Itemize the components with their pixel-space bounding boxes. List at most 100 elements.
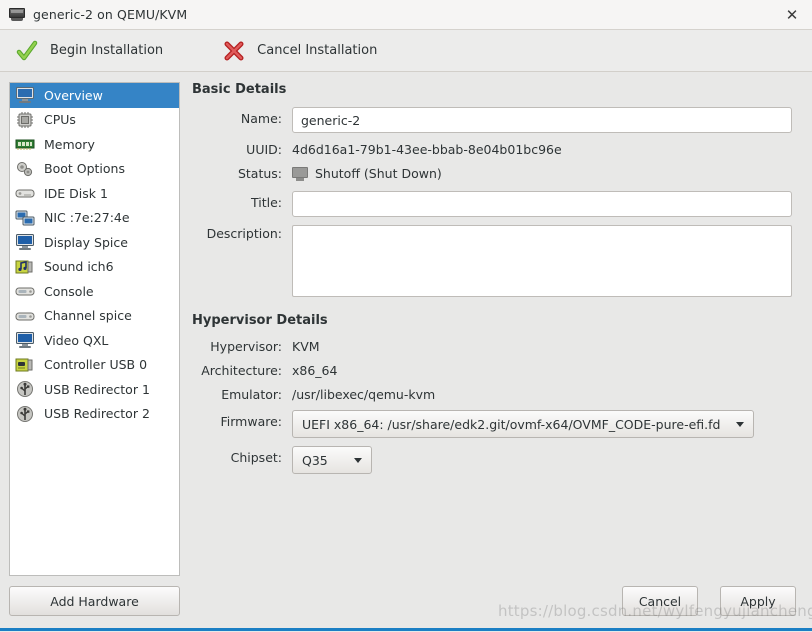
firmware-label: Firmware:	[190, 410, 292, 429]
apply-button-label: Apply	[740, 594, 775, 609]
sidebar-item-cpus[interactable]: CPUs	[10, 108, 179, 133]
green-check-icon	[16, 40, 38, 62]
hypervisor-label: Hypervisor:	[190, 338, 292, 354]
hard-disk-icon	[15, 184, 35, 202]
channel-icon	[15, 307, 35, 325]
sidebar-item-label: Sound ich6	[44, 259, 114, 274]
computer-icon	[9, 8, 25, 21]
close-icon[interactable]: ✕	[772, 0, 812, 29]
gears-icon	[15, 160, 35, 178]
hardware-sidebar[interactable]: Overview CPUs Memory Boot Options IDE Disk 1…	[9, 82, 180, 576]
red-x-icon	[223, 40, 245, 62]
uuid-label: UUID:	[190, 141, 292, 157]
sidebar-item-label: USB Redirector 1	[44, 382, 150, 397]
sidebar-item-boot-options[interactable]: Boot Options	[10, 157, 179, 182]
description-textarea[interactable]	[292, 225, 792, 297]
sidebar-item-label: Display Spice	[44, 235, 128, 250]
sidebar-item-label: Memory	[44, 137, 95, 152]
add-hardware-button[interactable]: Add Hardware	[9, 586, 180, 616]
cancel-button[interactable]: Cancel	[622, 586, 698, 616]
emulator-value: /usr/libexec/qemu-kvm	[292, 386, 435, 402]
status-value-text: Shutoff (Shut Down)	[315, 166, 442, 181]
title-input[interactable]	[292, 191, 792, 217]
chipset-value: Q35	[302, 453, 328, 468]
hypervisor-value: KVM	[292, 338, 320, 354]
status-row: Status: Shutoff (Shut Down)	[190, 165, 802, 181]
cpu-chip-icon	[15, 111, 35, 129]
sidebar-item-label: USB Redirector 2	[44, 406, 150, 421]
window-bottom-accent	[0, 628, 812, 631]
video-icon	[15, 331, 35, 349]
sidebar-item-label: Console	[44, 284, 94, 299]
chevron-down-icon	[354, 458, 362, 463]
hypervisor-details-heading: Hypervisor Details	[192, 313, 802, 328]
cancel-installation-label: Cancel Installation	[257, 43, 377, 58]
sidebar-item-overview[interactable]: Overview	[10, 83, 179, 108]
sidebar-item-label: Channel spice	[44, 308, 132, 323]
uuid-row: UUID: 4d6d16a1-79b1-43ee-bbab-8e04b01bc9…	[190, 141, 802, 157]
apply-button[interactable]: Apply	[720, 586, 796, 616]
sidebar-item-label: Overview	[44, 88, 103, 103]
sidebar-item-label: Boot Options	[44, 161, 125, 176]
sidebar-item-ide-disk-1[interactable]: IDE Disk 1	[10, 181, 179, 206]
chipset-row: Chipset: Q35	[190, 446, 802, 474]
sidebar-item-usb-redirector-1[interactable]: USB Redirector 1	[10, 377, 179, 402]
usb-icon	[15, 380, 35, 398]
console-icon	[15, 282, 35, 300]
sidebar-item-video-qxl[interactable]: Video QXL	[10, 328, 179, 353]
sidebar-item-sound-ich6[interactable]: Sound ich6	[10, 255, 179, 280]
sidebar-item-label: Video QXL	[44, 333, 108, 348]
cancel-button-label: Cancel	[639, 594, 681, 609]
architecture-row: Architecture: x86_64	[190, 362, 802, 378]
status-label: Status:	[190, 165, 292, 181]
display-icon	[15, 233, 35, 251]
uuid-value: 4d6d16a1-79b1-43ee-bbab-8e04b01bc96e	[292, 141, 562, 157]
sidebar-item-memory[interactable]: Memory	[10, 132, 179, 157]
begin-installation-label: Begin Installation	[50, 43, 163, 58]
usb-controller-icon	[15, 356, 35, 374]
firmware-dropdown[interactable]: UEFI x86_64: /usr/share/edk2.git/ovmf-x6…	[292, 410, 754, 438]
window-title: generic-2 on QEMU/KVM	[33, 7, 187, 22]
basic-details-heading: Basic Details	[192, 82, 802, 97]
firmware-row: Firmware: UEFI x86_64: /usr/share/edk2.g…	[190, 410, 802, 438]
description-label: Description:	[190, 225, 292, 241]
title-row: Title:	[190, 191, 802, 217]
sidebar-item-controller-usb-0[interactable]: Controller USB 0	[10, 353, 179, 378]
name-input[interactable]	[292, 107, 792, 133]
toolbar: Begin Installation Cancel Installation	[0, 30, 812, 72]
sidebar-item-label: IDE Disk 1	[44, 186, 108, 201]
chipset-label: Chipset:	[190, 446, 292, 465]
sidebar-item-label: CPUs	[44, 112, 76, 127]
usb-icon	[15, 405, 35, 423]
status-badge: Shutoff (Shut Down)	[292, 165, 442, 181]
monitor-icon	[15, 86, 35, 104]
firmware-value: UEFI x86_64: /usr/share/edk2.git/ovmf-x6…	[302, 417, 720, 432]
sidebar-item-label: Controller USB 0	[44, 357, 147, 372]
sidebar-item-console[interactable]: Console	[10, 279, 179, 304]
begin-installation-button[interactable]: Begin Installation	[6, 34, 173, 68]
sidebar-item-usb-redirector-2[interactable]: USB Redirector 2	[10, 402, 179, 427]
memory-stick-icon	[15, 135, 35, 153]
description-row: Description:	[190, 225, 802, 297]
title-label: Title:	[190, 191, 292, 210]
shutoff-monitor-icon	[292, 167, 308, 181]
sidebar-item-label: NIC :7e:27:4e	[44, 210, 130, 225]
overview-panel: Basic Details Name: UUID: 4d6d16a1-79b1-…	[190, 82, 802, 576]
add-hardware-label: Add Hardware	[50, 594, 139, 609]
hypervisor-row: Hypervisor: KVM	[190, 338, 802, 354]
emulator-row: Emulator: /usr/libexec/qemu-kvm	[190, 386, 802, 402]
architecture-value: x86_64	[292, 362, 337, 378]
name-label: Name:	[190, 107, 292, 126]
sidebar-item-channel-spice[interactable]: Channel spice	[10, 304, 179, 329]
emulator-label: Emulator:	[190, 386, 292, 402]
cancel-installation-button[interactable]: Cancel Installation	[213, 34, 387, 68]
sidebar-item-display-spice[interactable]: Display Spice	[10, 230, 179, 255]
title-bar: generic-2 on QEMU/KVM ✕	[0, 0, 812, 30]
chevron-down-icon	[736, 422, 744, 427]
chipset-dropdown[interactable]: Q35	[292, 446, 372, 474]
sidebar-item-nic-7e-27-4e[interactable]: NIC :7e:27:4e	[10, 206, 179, 231]
network-card-icon	[15, 209, 35, 227]
sound-card-icon	[15, 258, 35, 276]
architecture-label: Architecture:	[190, 362, 292, 378]
name-row: Name:	[190, 107, 802, 133]
